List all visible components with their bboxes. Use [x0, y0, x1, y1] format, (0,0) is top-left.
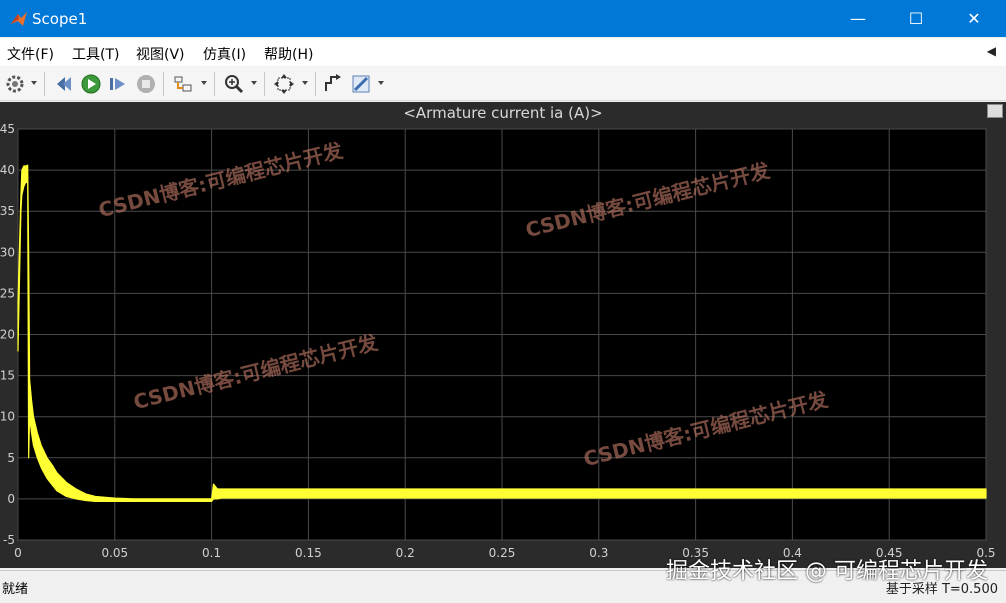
- y-tick-label: 40: [0, 163, 15, 177]
- highlight-dropdown-icon[interactable]: [201, 81, 207, 85]
- menu-tools[interactable]: 工具(T): [72, 44, 119, 64]
- menu-view[interactable]: 视图(V): [136, 44, 185, 64]
- footer-watermark: 掘金技术社区 @ 可编程芯片开发: [666, 559, 988, 584]
- title-bar: Scope1 — ☐ ✕: [0, 0, 1006, 37]
- window-title: Scope1: [32, 10, 88, 28]
- measure-dropdown-icon[interactable]: [378, 81, 384, 85]
- x-tick-label: 0.1: [202, 546, 221, 560]
- x-tick-label: 0.3: [589, 546, 608, 560]
- menu-help[interactable]: 帮助(H): [264, 44, 313, 64]
- style-icon[interactable]: [322, 73, 344, 95]
- toolbar-separator: [44, 72, 45, 96]
- measure-icon[interactable]: [350, 73, 372, 95]
- zoom-dropdown-icon[interactable]: [251, 81, 257, 85]
- y-tick-label: 0: [7, 492, 15, 506]
- y-tick-label: 25: [0, 286, 15, 300]
- x-tick-label: 0.2: [396, 546, 415, 560]
- y-tick-label: 20: [0, 328, 15, 342]
- y-tick-label: 10: [0, 410, 15, 424]
- fit-dropdown-icon[interactable]: [302, 81, 308, 85]
- highlight-block-icon[interactable]: [172, 73, 194, 95]
- close-button[interactable]: ✕: [945, 0, 1003, 37]
- menu-simulation[interactable]: 仿真(I): [203, 44, 246, 64]
- menu-file[interactable]: 文件(F): [7, 44, 54, 64]
- y-tick-label: 15: [0, 369, 15, 383]
- scope-plot[interactable]: 0 0.05 0.1 0.15 0.2 0.25 0.3 0.35 0.4 0.45 0.5-505…: [0, 102, 1006, 568]
- toolbar-separator: [264, 72, 265, 96]
- toolbar-separator: [163, 72, 164, 96]
- y-tick-label: -5: [3, 533, 15, 547]
- x-tick-label: 0: [14, 546, 22, 560]
- y-tick-label: 35: [0, 204, 15, 218]
- matlab-logo-icon: [11, 12, 27, 26]
- x-tick-label: 0.25: [489, 546, 516, 560]
- step-forward-icon[interactable]: [107, 73, 129, 95]
- toolbar-separator: [315, 72, 316, 96]
- y-tick-label: 30: [0, 245, 15, 259]
- settings-dropdown-icon[interactable]: [31, 81, 37, 85]
- gear-icon[interactable]: [4, 73, 26, 95]
- stop-icon[interactable]: [135, 73, 157, 95]
- menu-bar: 文件(F) 工具(T) 视图(V) 仿真(I) 帮助(H) ◀: [0, 38, 1006, 66]
- y-tick-label: 5: [7, 451, 15, 465]
- menu-overflow-arrow-icon[interactable]: ◀: [987, 44, 996, 58]
- zoom-in-icon[interactable]: [223, 73, 245, 95]
- minimize-button[interactable]: —: [829, 0, 887, 37]
- toolbar-separator: [214, 72, 215, 96]
- status-text: 就绪: [2, 582, 29, 597]
- fit-to-view-icon[interactable]: [273, 73, 295, 95]
- run-icon[interactable]: [80, 73, 102, 95]
- y-tick-label: 45: [0, 122, 15, 136]
- toolbar: [0, 67, 1006, 101]
- x-tick-label: 0.15: [295, 546, 322, 560]
- restore-icon[interactable]: [53, 73, 75, 95]
- x-tick-label: 0.05: [101, 546, 128, 560]
- maximize-button[interactable]: ☐: [887, 0, 945, 37]
